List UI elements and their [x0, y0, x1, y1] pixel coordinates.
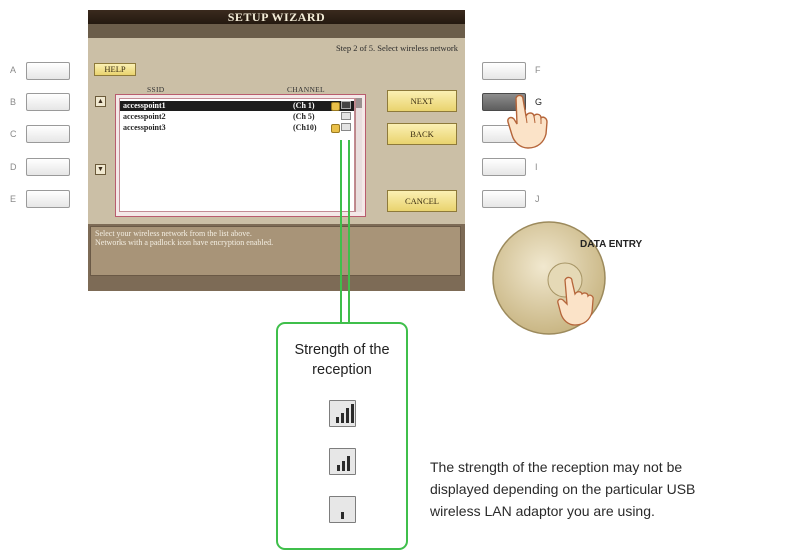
- note-line-3: wireless LAN adaptor you are using.: [430, 503, 655, 519]
- signal-strength-low-icon: [329, 496, 356, 523]
- callout-title-line-1: Strength of the: [294, 342, 390, 358]
- signal-strength-medium-icon: [329, 448, 356, 475]
- callout-title-line-2: reception: [312, 362, 372, 378]
- data-entry-label: DATA ENTRY: [580, 239, 643, 250]
- data-entry-dial-icon[interactable]: [485, 220, 625, 340]
- signal-strength-callout: Strength of the reception: [276, 322, 408, 550]
- signal-strength-high-icon: [329, 400, 356, 427]
- note-line-1: The strength of the reception may not be: [430, 459, 683, 475]
- note-line-2: displayed depending on the particular US…: [430, 481, 696, 497]
- reception-note: The strength of the reception may not be…: [430, 456, 695, 522]
- callout-title: Strength of the reception: [278, 340, 406, 380]
